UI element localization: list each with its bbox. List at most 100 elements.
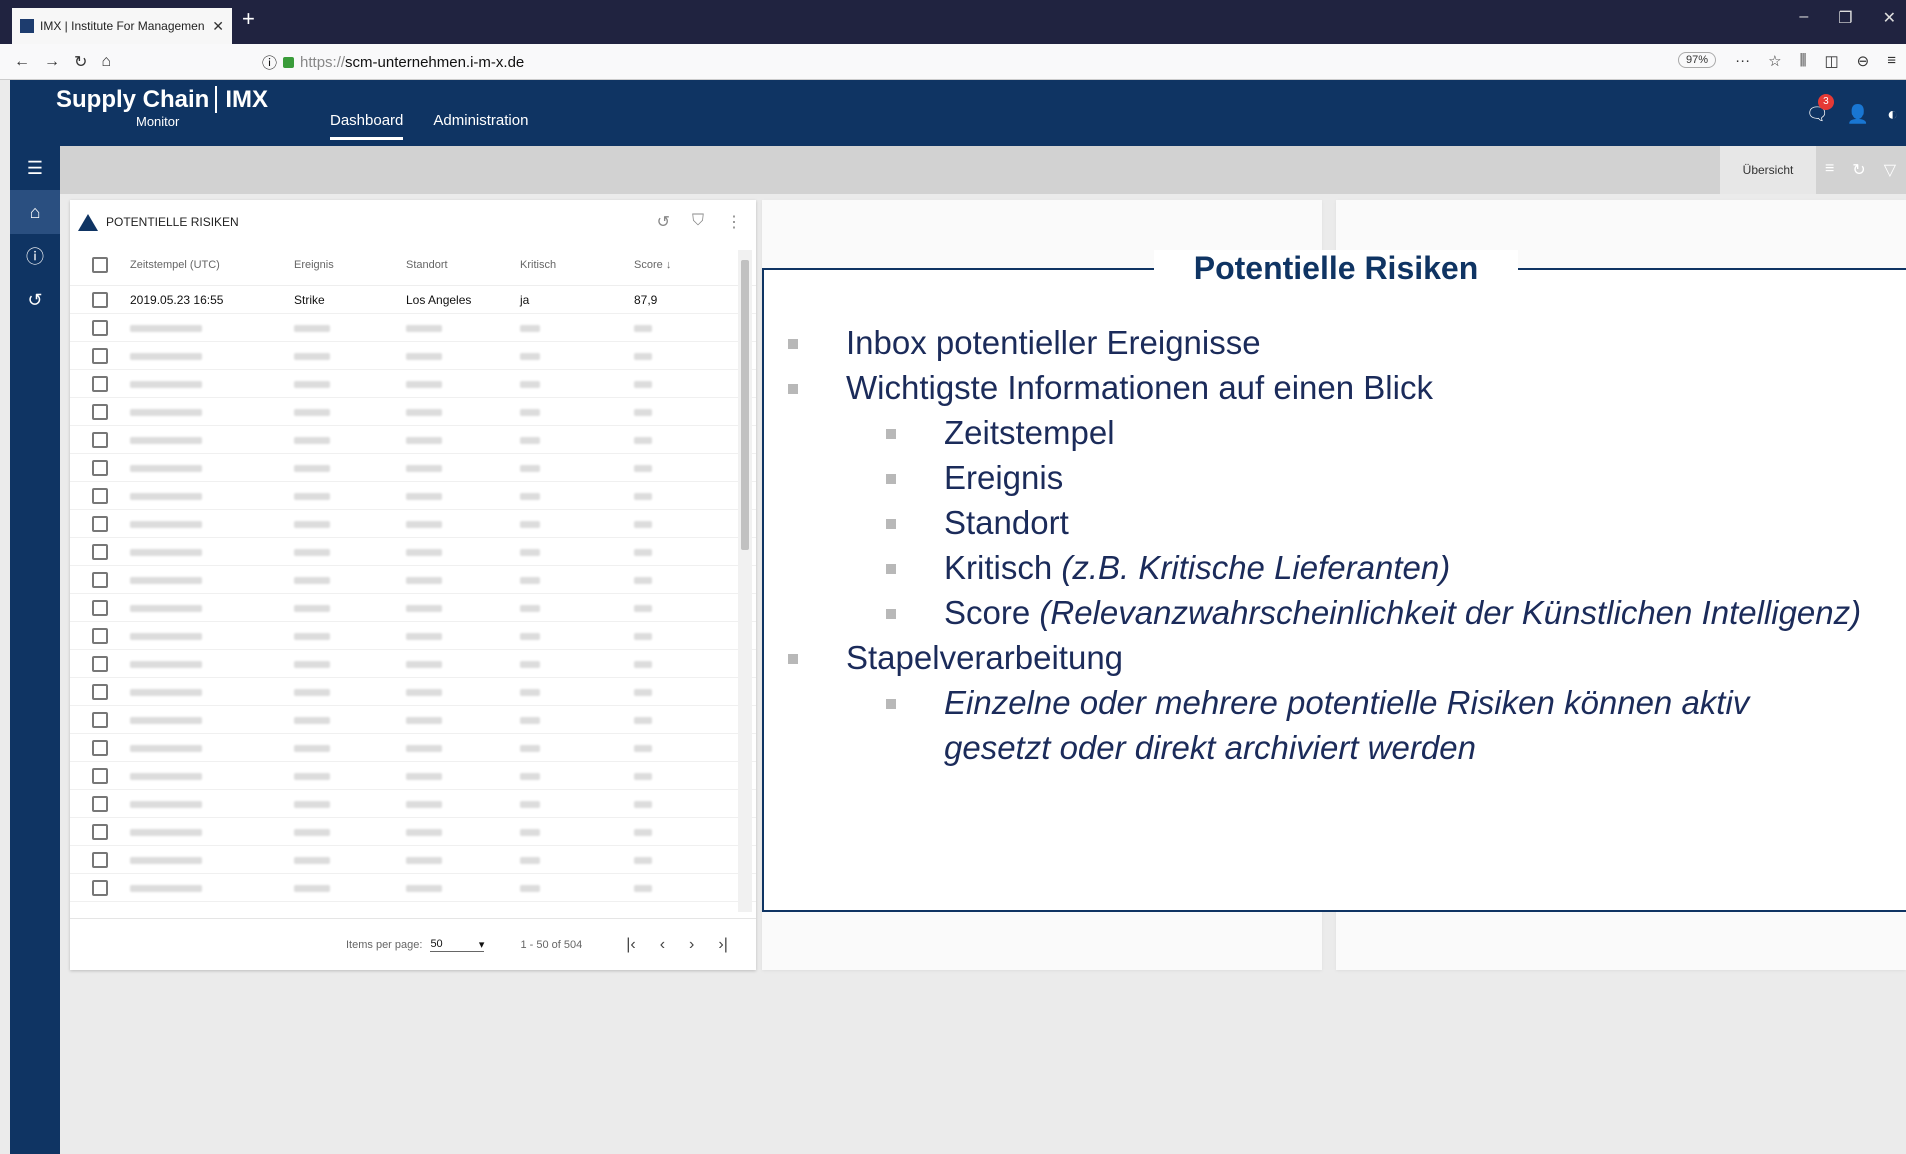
url-bar[interactable]: ⓘ https:// scm-unternehmen.i-m-x.de — [262, 48, 1712, 76]
info-icon[interactable]: ⓘ — [262, 52, 277, 73]
prev-page-icon[interactable]: ‹ — [660, 936, 665, 954]
table-row[interactable] — [70, 706, 756, 734]
row-checkbox[interactable] — [92, 767, 108, 784]
table-row[interactable] — [70, 454, 756, 482]
col-score[interactable]: Score ↓ — [634, 259, 694, 271]
table-row[interactable] — [70, 482, 756, 510]
sidebar-home-icon[interactable]: ⌂ — [10, 190, 60, 234]
sidebar-alert-icon[interactable]: ⓘ — [10, 234, 60, 278]
library-icon[interactable]: ⫼ — [1800, 52, 1807, 70]
shield-icon[interactable]: ⛉ — [692, 212, 704, 232]
bookmark-star-icon[interactable]: ☆ — [1768, 52, 1781, 70]
blurred-cell — [294, 377, 406, 391]
browser-tab[interactable]: IMX | Institute For Managemen ✕ — [12, 8, 232, 44]
table-row[interactable] — [70, 762, 756, 790]
blurred-cell — [130, 433, 294, 447]
nav-dashboard[interactable]: Dashboard — [330, 112, 404, 140]
back-icon[interactable]: ← — [14, 53, 30, 71]
first-page-icon[interactable]: |‹ — [626, 936, 635, 954]
menu-icon[interactable]: ≡ — [1887, 52, 1896, 70]
row-checkbox[interactable] — [92, 599, 108, 616]
col-ereignis[interactable]: Ereignis — [294, 259, 406, 271]
hamburger-menu-icon[interactable]: ☰ — [10, 146, 60, 190]
row-checkbox[interactable] — [92, 627, 108, 644]
more-vert-icon[interactable]: ⋮ — [726, 212, 742, 232]
row-checkbox[interactable] — [92, 487, 108, 504]
row-checkbox[interactable] — [92, 543, 108, 560]
table-row[interactable] — [70, 314, 756, 342]
blurred-cell — [406, 657, 520, 671]
table-row[interactable] — [70, 426, 756, 454]
row-checkbox[interactable] — [92, 851, 108, 868]
window-close-icon[interactable]: ✕ — [1883, 8, 1896, 28]
blurred-cell — [294, 349, 406, 363]
row-checkbox[interactable] — [92, 291, 108, 308]
col-kritisch[interactable]: Kritisch — [520, 259, 634, 271]
blurred-cell — [130, 713, 294, 727]
refresh-icon[interactable]: ↻ — [1852, 160, 1865, 180]
col-standort[interactable]: Standort — [406, 259, 520, 271]
scrollbar-thumb[interactable] — [741, 260, 749, 550]
forward-icon[interactable]: → — [44, 53, 60, 71]
row-checkbox[interactable] — [92, 795, 108, 812]
row-checkbox[interactable] — [92, 879, 108, 896]
language-icon[interactable]: ◐ — [1887, 104, 1898, 125]
last-page-icon[interactable]: ›| — [718, 936, 727, 954]
table-row[interactable]: 2019.05.23 16:55 Strike Los Angeles ja 8… — [70, 286, 756, 314]
filter-icon[interactable]: ▽ — [1884, 160, 1896, 180]
row-checkbox[interactable] — [92, 375, 108, 392]
row-checkbox[interactable] — [92, 571, 108, 588]
home-icon[interactable]: ⌂ — [101, 53, 111, 71]
sidebar-history-icon[interactable]: ↺ — [10, 278, 60, 322]
row-checkbox[interactable] — [92, 319, 108, 336]
row-checkbox[interactable] — [92, 739, 108, 756]
account-icon[interactable]: ⊖ — [1857, 52, 1870, 70]
select-all-checkbox[interactable] — [92, 256, 108, 273]
table-row[interactable] — [70, 566, 756, 594]
row-checkbox[interactable] — [92, 515, 108, 532]
table-row[interactable] — [70, 622, 756, 650]
items-per-page-select[interactable]: 50 ▾ — [430, 938, 485, 952]
col-zeitstempel[interactable]: Zeitstempel (UTC) — [130, 259, 294, 271]
table-row[interactable] — [70, 650, 756, 678]
table-row[interactable] — [70, 678, 756, 706]
row-checkbox[interactable] — [92, 823, 108, 840]
history-icon[interactable]: ↺ — [657, 212, 670, 232]
row-checkbox[interactable] — [92, 711, 108, 728]
tab-title: IMX | Institute For Managemen — [40, 19, 205, 33]
zoom-level[interactable]: 97% — [1677, 52, 1716, 68]
app-logo[interactable]: Supply Chain IMX Monitor — [56, 86, 269, 129]
table-row[interactable] — [70, 818, 756, 846]
table-row[interactable] — [70, 846, 756, 874]
row-checkbox[interactable] — [92, 403, 108, 420]
nav-administration[interactable]: Administration — [433, 112, 528, 140]
blurred-cell — [520, 461, 634, 475]
table-row[interactable] — [70, 538, 756, 566]
sidebar-toggle-icon[interactable]: ◫ — [1824, 52, 1838, 70]
next-page-icon[interactable]: › — [689, 936, 694, 954]
row-checkbox[interactable] — [92, 347, 108, 364]
table-row[interactable] — [70, 790, 756, 818]
user-icon[interactable]: 👤 — [1847, 104, 1869, 125]
close-icon[interactable]: ✕ — [212, 18, 224, 35]
table-row[interactable] — [70, 398, 756, 426]
minimize-icon[interactable]: – — [1799, 8, 1808, 28]
table-row[interactable] — [70, 510, 756, 538]
table-row[interactable] — [70, 874, 756, 902]
row-checkbox[interactable] — [92, 459, 108, 476]
row-checkbox[interactable] — [92, 431, 108, 448]
row-checkbox[interactable] — [92, 655, 108, 672]
notifications-icon[interactable]: 🗨 3 — [1806, 94, 1834, 125]
new-tab-icon[interactable]: + — [242, 6, 255, 32]
table-scrollbar[interactable] — [738, 250, 752, 912]
table-row[interactable] — [70, 370, 756, 398]
table-row[interactable] — [70, 734, 756, 762]
table-row[interactable] — [70, 342, 756, 370]
page-actions-icon[interactable]: ··· — [1735, 52, 1750, 70]
list-edit-icon[interactable]: ≡ — [1825, 160, 1834, 180]
table-row[interactable] — [70, 594, 756, 622]
reload-icon[interactable]: ↻ — [74, 52, 87, 72]
row-checkbox[interactable] — [92, 683, 108, 700]
uebersicht-button[interactable]: Übersicht — [1720, 146, 1816, 194]
restore-icon[interactable]: ❐ — [1838, 8, 1852, 28]
